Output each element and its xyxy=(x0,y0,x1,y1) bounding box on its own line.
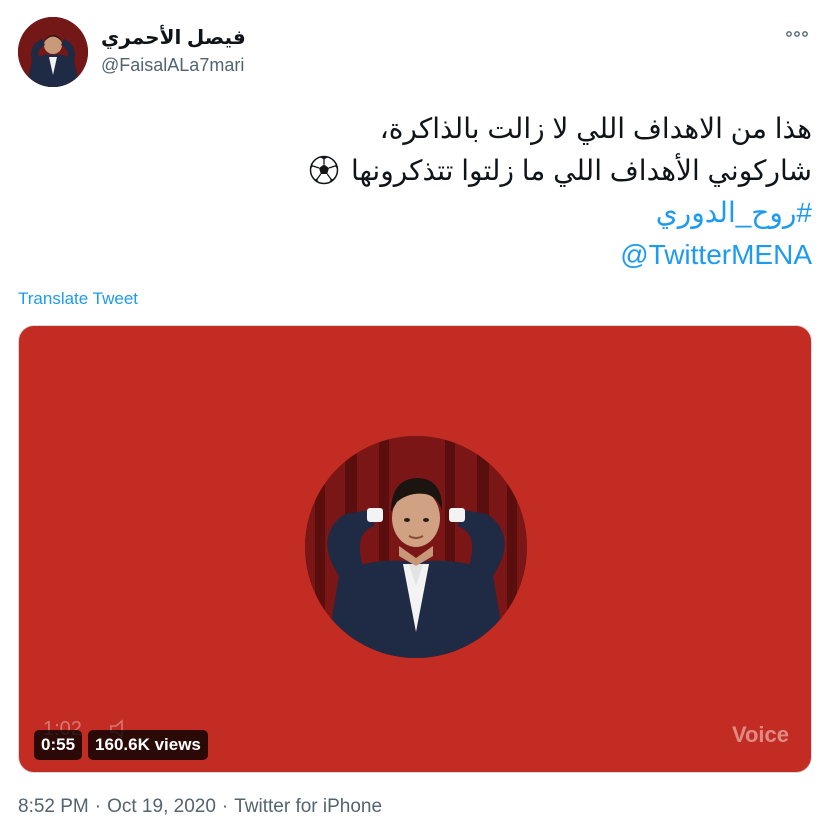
voice-watermark: Voice xyxy=(731,722,789,747)
tweet-text: هذا من الاهداف اللي لا زالت بالذاكرة، شا… xyxy=(32,108,812,276)
video-stats-badge: 0:55 160.6K views xyxy=(34,730,208,760)
video-view-count: 160.6K views xyxy=(88,730,208,760)
tweet-text-line-1: هذا من الاهداف اللي لا زالت بالذاكرة، xyxy=(379,113,812,144)
author-avatar[interactable] xyxy=(18,17,88,87)
tweet-date[interactable]: Oct 19, 2020 xyxy=(107,796,216,818)
tweet-source-link[interactable]: Twitter for iPhone xyxy=(234,796,382,818)
tweet-text-line-2-text: شاركوني الأهداف اللي ما زلتوا تتذكرونها xyxy=(350,155,812,186)
video-duration: 0:55 xyxy=(34,730,83,760)
tweet-metadata: 8:52 PM · Oct 19, 2020 · Twitter for iPh… xyxy=(18,796,382,818)
soccer-ball-icon xyxy=(309,155,339,185)
tweet-text-line-2: شاركوني الأهداف اللي ما زلتوا تتذكرونها xyxy=(32,150,812,192)
tweet-time[interactable]: 8:52 PM xyxy=(18,796,89,818)
media-video-player[interactable]: 1:02 0:55 160.6K views Voice xyxy=(18,325,812,773)
more-options-button[interactable] xyxy=(782,22,812,46)
tweet-card: فيصل الأحمري @FaisalALa7mari هذا من الاه… xyxy=(0,0,830,826)
author-display-name[interactable]: فيصل الأحمري xyxy=(101,25,246,50)
more-options-icon xyxy=(786,31,808,37)
video-portrait-image xyxy=(305,436,527,658)
mention-link[interactable]: @TwitterMENA xyxy=(620,239,812,270)
meta-separator: · xyxy=(94,796,102,817)
avatar-photo-icon xyxy=(18,17,88,87)
meta-separator: · xyxy=(221,796,229,817)
translate-tweet-link[interactable]: Translate Tweet xyxy=(18,289,138,309)
author-handle[interactable]: @FaisalALa7mari xyxy=(101,55,244,76)
hashtag-link[interactable]: #روح_الدوري xyxy=(656,197,812,228)
